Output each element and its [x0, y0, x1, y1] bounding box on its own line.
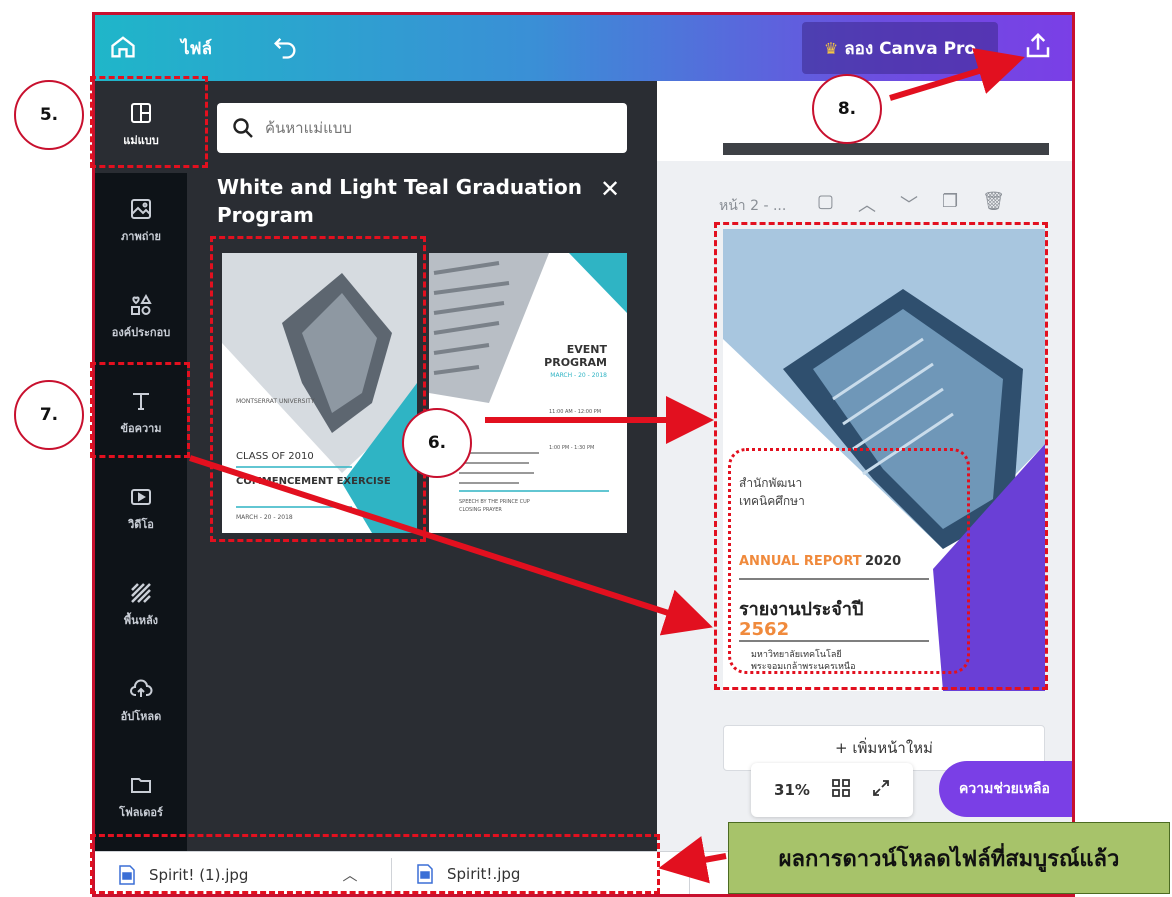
duplicate-icon[interactable]: ❐ [942, 191, 958, 217]
fullscreen-icon[interactable] [872, 779, 890, 801]
template-date: MARCH - 20 - 2018 [550, 372, 607, 379]
chevron-down-icon[interactable]: ﹀ [900, 191, 918, 217]
template-speech-line1: SPEECH BY THE PRINCE CUP [459, 499, 530, 505]
zoom-controls: 31% [751, 763, 913, 817]
template-time1: 11:00 AM - 12:00 PM [549, 409, 601, 415]
template-set-title: White and Light Teal Graduation Program [217, 175, 583, 227]
template-time2: 1:00 PM - 1:30 PM [549, 445, 594, 451]
chevron-up-icon[interactable]: ︿ [858, 191, 876, 217]
template-thumbnail-event-program[interactable]: EVENT PROGRAM MARCH - 20 - 2018 11:00 AM… [429, 253, 627, 533]
sidebar-item-background[interactable]: พื้นหลัง [95, 561, 187, 653]
background-icon [131, 583, 151, 603]
sidebar: แม่แบบ ภาพถ่าย องค์ประกอบ ข้อความ วิดีโอ… [95, 81, 187, 851]
top-bar: ไฟล์ ♛ ลอง Canva Pro [95, 15, 1072, 81]
highlight-text [90, 362, 190, 458]
try-canva-pro-button[interactable]: ♛ ลอง Canva Pro [802, 22, 998, 74]
callout-7: 7. [14, 380, 84, 450]
callout-5: 5. [14, 80, 84, 150]
zoom-level[interactable]: 31% [774, 781, 810, 799]
highlight-templates [90, 76, 208, 168]
sidebar-item-photos[interactable]: ภาพถ่าย [95, 177, 187, 269]
template-speech-line2: CLOSING PRAYER [459, 507, 502, 513]
sidebar-item-folders[interactable]: โฟลเดอร์ [95, 753, 187, 845]
share-upload-icon[interactable] [1023, 31, 1053, 61]
template-search-box[interactable] [217, 103, 627, 153]
undo-icon[interactable] [271, 33, 299, 61]
grid-view-icon[interactable] [832, 779, 850, 801]
sidebar-item-elements[interactable]: องค์ประกอบ [95, 273, 187, 365]
video-icon [131, 489, 151, 505]
page-toolbar: ▢ ︿ ﹀ ❐ 🗑 [817, 191, 1005, 217]
crown-icon: ♛ [823, 38, 839, 58]
sidebar-item-video[interactable]: วิดีโอ [95, 465, 187, 557]
pro-label: ลอง Canva Pro [844, 38, 977, 59]
download-result-label: ผลการดาวน์โหลดไฟล์ที่สมบูรณ์แล้ว [728, 822, 1170, 894]
event-program-template-art: EVENT PROGRAM MARCH - 20 - 2018 11:00 AM… [429, 253, 627, 533]
template-heading-line2: PROGRAM [544, 356, 607, 369]
elements-icon [131, 293, 152, 315]
highlight-text-area [728, 448, 970, 674]
home-icon[interactable] [109, 33, 137, 61]
callout-6: 6. [402, 408, 472, 478]
sidebar-item-uploads[interactable]: อัปโหลด [95, 657, 187, 749]
close-icon[interactable]: ✕ [600, 175, 620, 203]
file-menu[interactable]: ไฟล์ [181, 35, 212, 62]
photo-icon [131, 199, 151, 219]
search-icon [233, 118, 253, 138]
note-icon[interactable]: ▢ [817, 191, 834, 217]
folder-icon [131, 778, 151, 793]
search-input[interactable] [265, 119, 615, 137]
page-label: หน้า 2 - ... [719, 198, 787, 214]
highlight-template-thumbnail [210, 236, 426, 542]
callout-8: 8. [812, 74, 882, 144]
trash-icon[interactable]: 🗑 [982, 191, 1005, 217]
help-button[interactable]: ความช่วยเหลือ [939, 761, 1072, 817]
upload-icon [130, 679, 153, 697]
template-heading-line1: EVENT [567, 343, 608, 356]
highlight-downloads [90, 834, 660, 894]
